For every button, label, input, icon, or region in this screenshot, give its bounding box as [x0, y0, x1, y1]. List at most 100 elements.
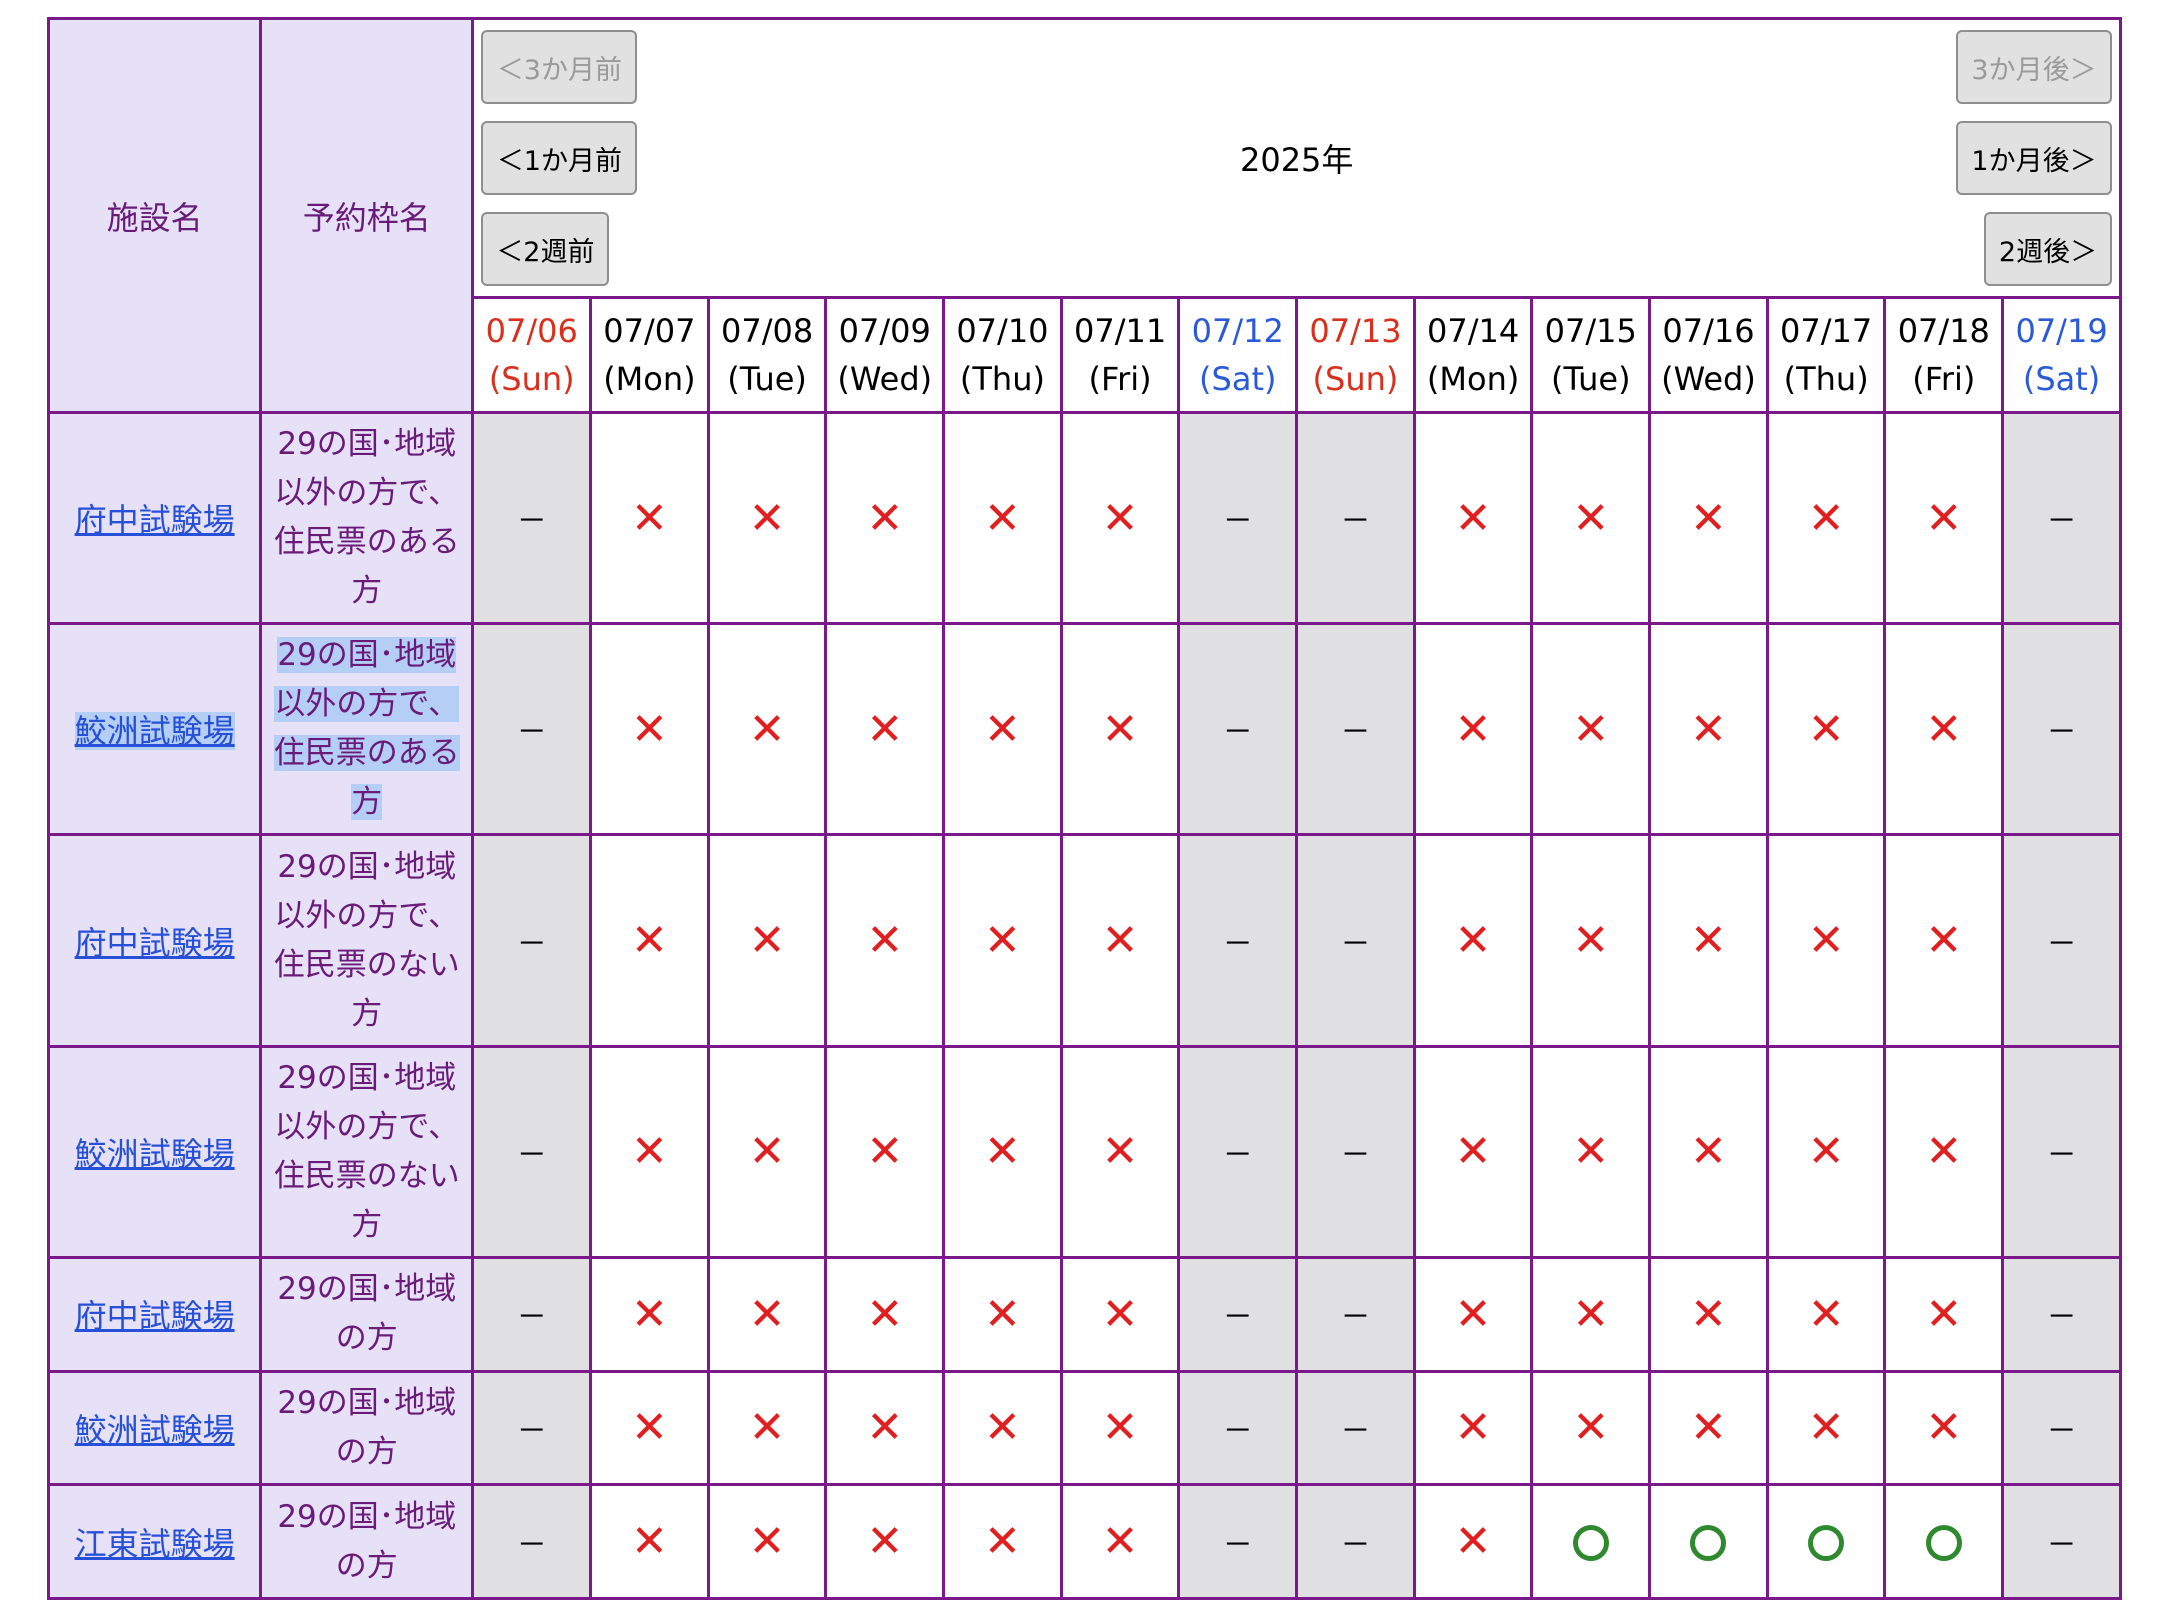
- facility-link[interactable]: 府中試験場: [75, 501, 235, 539]
- unavailable-mark: ✕: [1690, 1126, 1727, 1178]
- plan-name-line: 29の国･地域: [277, 1059, 457, 1096]
- availability-cell: －: [471, 1483, 593, 1600]
- availability-cell: ✕: [1412, 410, 1534, 626]
- plan-name-line: 29の国･地域: [277, 426, 457, 463]
- year-label: 2025年: [1239, 141, 1354, 179]
- unavailable-mark: ✕: [1807, 915, 1845, 967]
- unavailable-mark: ✕: [1925, 703, 1963, 755]
- availability-cell: ✕: [942, 410, 1063, 626]
- unavailable-mark: ✕: [1690, 703, 1727, 755]
- date-label: 07/08: [720, 312, 814, 350]
- date-header: 07/16 (Wed): [1648, 296, 1769, 414]
- availability-cell[interactable]: [1530, 1483, 1652, 1600]
- date-label: 07/09: [838, 312, 931, 350]
- unavailable-mark: ✕: [1572, 915, 1610, 967]
- weekday-label: (Fri): [1912, 360, 1976, 398]
- availability-cell: ✕: [1648, 1044, 1769, 1259]
- plan-name-line: 住民票のある: [273, 524, 460, 561]
- unavailable-mark: ✕: [1925, 915, 1963, 967]
- availability-cell: ✕: [589, 833, 710, 1048]
- weekday-label: (Sat): [2022, 360, 2101, 398]
- availability-cell: ✕: [1648, 410, 1769, 626]
- facility-link[interactable]: 江東試験場: [75, 1525, 235, 1563]
- date-label: 07/13: [1309, 312, 1402, 350]
- available-circle-icon[interactable]: [1925, 1525, 1962, 1562]
- facility-link[interactable]: 鮫洲試験場: [75, 1135, 235, 1173]
- availability-cell: －: [1295, 833, 1416, 1048]
- unavailable-mark: ✕: [1101, 915, 1139, 967]
- date-header: 07/15 (Tue): [1530, 296, 1652, 414]
- weekday-label: (Thu): [1783, 360, 1869, 398]
- availability-cell[interactable]: [1883, 1483, 2005, 1600]
- unavailable-mark: ✕: [866, 915, 904, 967]
- date-label: 07/19: [2015, 312, 2108, 350]
- prev-2-weeks-button[interactable]: ＜2週前: [481, 212, 610, 286]
- plan-name-cell: 29の国･地域 以外の方で、 住民票のある方: [259, 410, 475, 626]
- unavailable-mark: ✕: [1454, 1402, 1492, 1454]
- available-circle-icon[interactable]: [1690, 1525, 1727, 1562]
- availability-cell: ✕: [706, 622, 828, 837]
- unavailable-mark: ✕: [983, 1288, 1021, 1340]
- unavailable-mark: ✕: [748, 492, 786, 544]
- facility-column-header: 施設名: [46, 17, 263, 414]
- availability-cell: ✕: [824, 1044, 946, 1259]
- unavailable-mark: ✕: [1454, 703, 1492, 755]
- availability-cell[interactable]: [1765, 1483, 1887, 1600]
- availability-cell: ✕: [824, 1483, 946, 1600]
- plan-name-cell: 29の国･地域 以外の方で、 住民票のある方: [259, 622, 475, 837]
- facility-link[interactable]: 府中試験場: [75, 924, 235, 962]
- availability-cell: ✕: [942, 833, 1063, 1048]
- plan-name-cell: 29の国･地域 の方: [259, 1255, 475, 1373]
- availability-cell: ✕: [1412, 1255, 1534, 1373]
- facility-link[interactable]: 府中試験場: [75, 1297, 235, 1335]
- plan-name-line: 29の国･地域: [277, 1384, 457, 1421]
- plan-name-cell: 29の国･地域 以外の方で、 住民票のない方: [259, 1044, 475, 1259]
- plan-name-line: 住民票のない: [273, 1157, 460, 1194]
- unavailable-mark: ✕: [630, 915, 668, 967]
- availability-cell: ✕: [1059, 410, 1181, 626]
- availability-cell: ✕: [706, 1369, 828, 1487]
- availability-cell: －: [2001, 410, 2122, 626]
- facility-link[interactable]: 鮫洲試験場: [74, 712, 235, 751]
- next-3-months-button[interactable]: 3か月後＞: [1956, 30, 2112, 104]
- closed-mark: －: [1340, 715, 1371, 751]
- plan-name-line: 以外の方で、: [274, 475, 460, 512]
- closed-mark: －: [1340, 1413, 1371, 1449]
- availability-cell: ✕: [1765, 1044, 1887, 1259]
- closed-mark: －: [1340, 926, 1371, 962]
- closed-mark: －: [516, 715, 547, 751]
- available-circle-icon[interactable]: [1572, 1525, 1609, 1562]
- weekday-label: (Sun): [1312, 360, 1399, 398]
- next-2-weeks-button[interactable]: 2週後＞: [1984, 212, 2112, 286]
- closed-mark: －: [1222, 1413, 1253, 1449]
- prev-1-month-button[interactable]: ＜1か月前: [481, 121, 638, 195]
- closed-mark: －: [2046, 715, 2077, 751]
- availability-cell: ✕: [1883, 622, 2005, 837]
- availability-cell: －: [1177, 1255, 1299, 1373]
- weekday-label: (Thu): [959, 360, 1045, 398]
- unavailable-mark: ✕: [983, 1402, 1021, 1454]
- table-row: 鮫洲試験場 29の国･地域 以外の方で、 住民票のある方 － ✕ ✕ ✕ ✕ ✕ － － ✕ ✕ ✕ ✕ ✕ －: [46, 622, 2122, 837]
- table-row: 府中試験場 29の国･地域 の方 － ✕ ✕ ✕ ✕ ✕ － － ✕ ✕ ✕ ✕ ✕ －: [46, 1255, 2122, 1373]
- weekday-label: (Sat): [1199, 360, 1277, 398]
- availability-cell: －: [1177, 1044, 1299, 1259]
- date-header: 07/06 (Sun): [471, 296, 593, 414]
- table-row: 江東試験場 29の国･地域 の方 － ✕ ✕ ✕ ✕ ✕ － － ✕ －: [46, 1483, 2122, 1600]
- unavailable-mark: ✕: [630, 703, 668, 755]
- facility-link[interactable]: 鮫洲試験場: [75, 1411, 235, 1449]
- unavailable-mark: ✕: [983, 1516, 1021, 1568]
- available-circle-icon[interactable]: [1808, 1525, 1845, 1562]
- availability-cell: ✕: [1412, 622, 1534, 837]
- date-header: 07/13 (Sun): [1295, 296, 1416, 414]
- unavailable-mark: ✕: [1925, 1402, 1963, 1454]
- prev-3-months-button[interactable]: ＜3か月前: [481, 30, 638, 104]
- availability-cell: ✕: [824, 833, 946, 1048]
- next-1-month-button[interactable]: 1か月後＞: [1956, 121, 2112, 195]
- plan-name-line: 方: [351, 995, 383, 1032]
- availability-cell[interactable]: [1648, 1483, 1769, 1600]
- availability-cell: ✕: [1530, 410, 1652, 626]
- unavailable-mark: ✕: [866, 1126, 904, 1178]
- unavailable-mark: ✕: [748, 1288, 786, 1340]
- closed-mark: －: [2046, 504, 2077, 540]
- date-header: 07/14 (Mon): [1412, 296, 1534, 414]
